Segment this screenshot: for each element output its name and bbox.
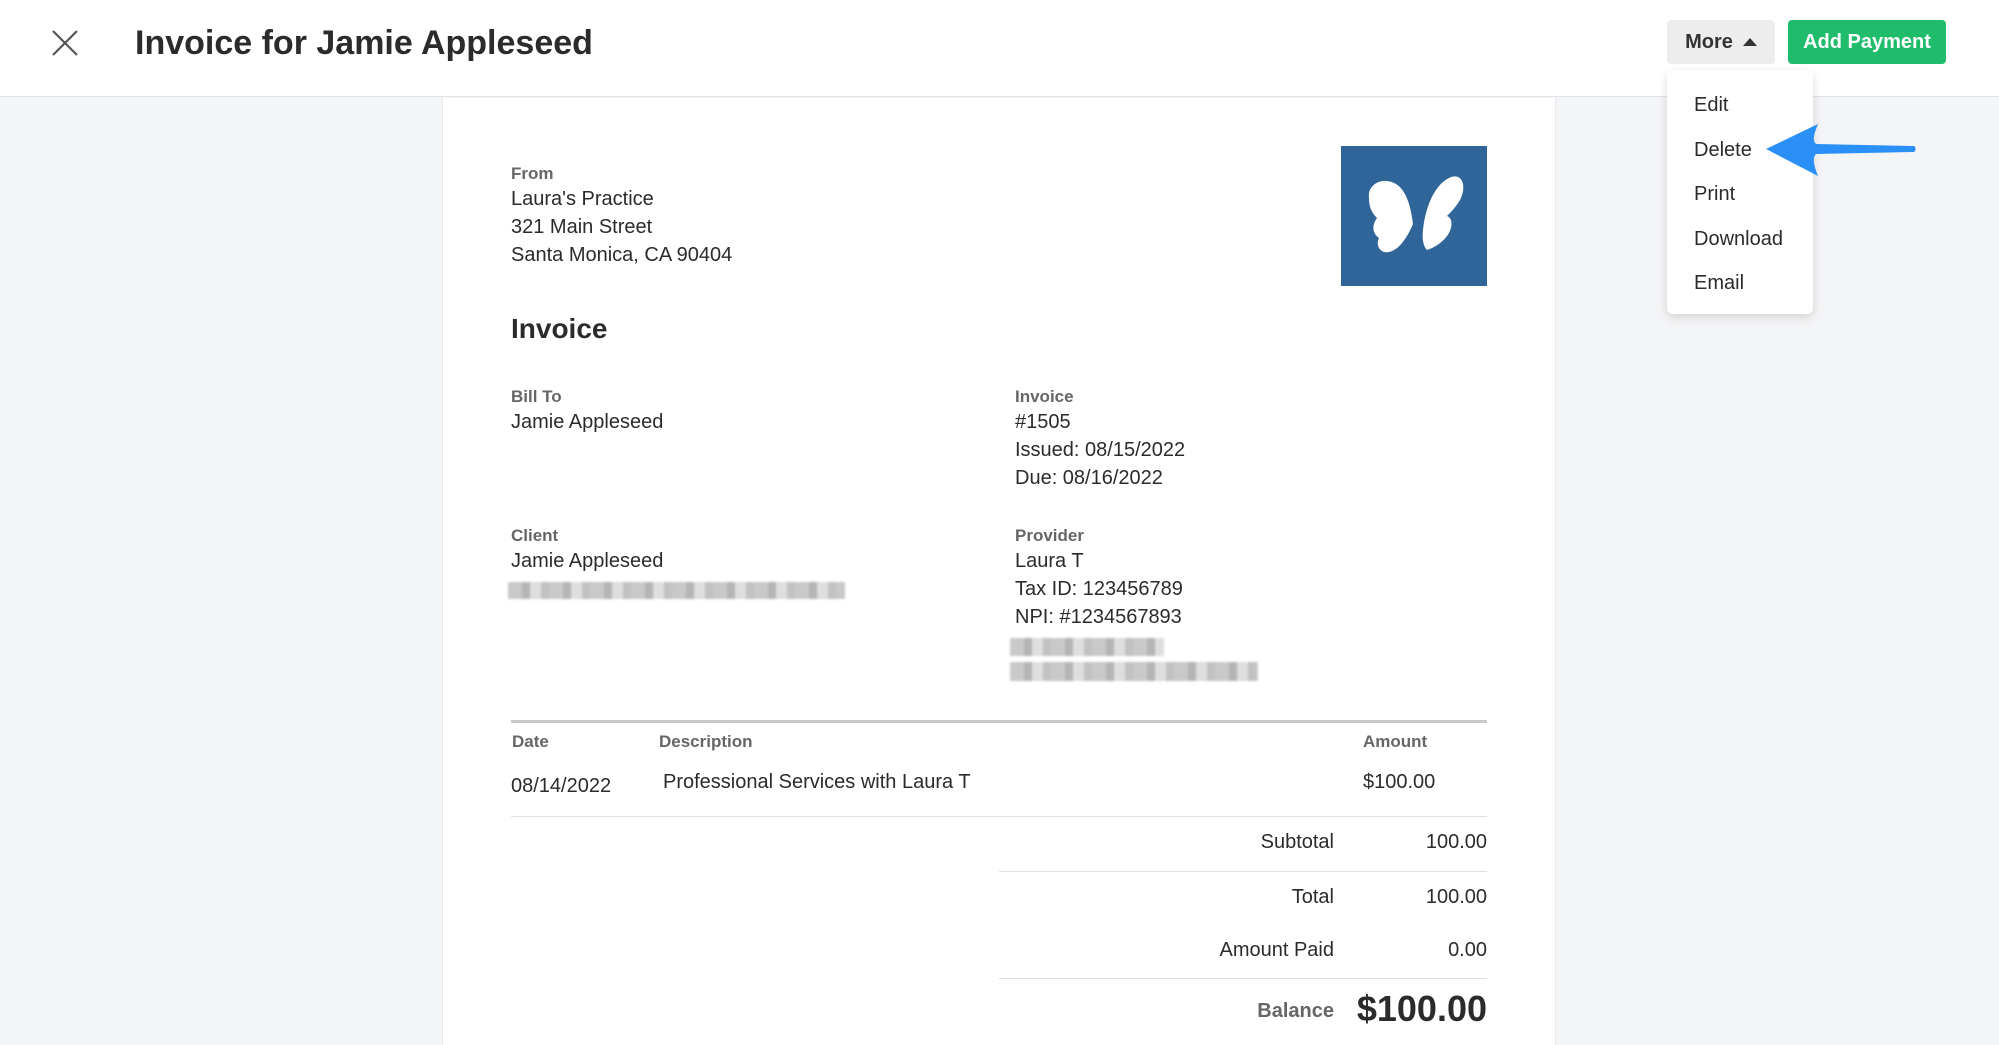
from-street: 321 Main Street xyxy=(511,216,653,238)
bill-to-label: Bill To xyxy=(511,387,562,406)
table-top-rule xyxy=(511,720,1487,723)
invoice-heading: Invoice xyxy=(511,313,608,344)
balance-value: $100.00 xyxy=(1356,988,1487,1029)
subtotal-value: 100.00 xyxy=(1425,831,1487,853)
add-payment-button[interactable]: Add Payment xyxy=(1788,20,1946,64)
table-divider xyxy=(511,816,1487,817)
from-city: Santa Monica, CA 90404 xyxy=(511,244,733,266)
client-label: Client xyxy=(511,526,559,545)
due-date: Due: 08/16/2022 xyxy=(1015,467,1163,489)
invoice-number: #1505 xyxy=(1015,411,1071,433)
client-name: Jamie Appleseed xyxy=(511,550,664,572)
column-header-description: Description xyxy=(659,732,753,751)
row-amount: $100.00 xyxy=(1363,771,1436,793)
butterfly-icon xyxy=(1368,176,1464,253)
provider-tax-id: Tax ID: 123456789 xyxy=(1015,578,1183,600)
total-value: 100.00 xyxy=(1425,886,1487,908)
issued-date: Issued: 08/15/2022 xyxy=(1015,439,1186,461)
provider-npi: NPI: #1234567893 xyxy=(1015,606,1182,628)
redacted-provider-line-2 xyxy=(1010,662,1258,681)
totals-divider-1 xyxy=(999,871,1487,872)
from-name: Laura's Practice xyxy=(511,188,654,210)
page-title: Invoice for Jamie Appleseed xyxy=(135,24,593,62)
invoice-label: Invoice xyxy=(1015,387,1074,406)
column-header-date: Date xyxy=(512,732,549,751)
pointer-arrow-icon xyxy=(1766,124,1916,176)
redacted-client-info xyxy=(508,582,845,599)
subtotal-label: Subtotal xyxy=(1260,831,1334,853)
bill-to-name: Jamie Appleseed xyxy=(511,411,664,433)
amount-paid-label: Amount Paid xyxy=(1219,939,1334,961)
more-menu: Edit Delete Print Download Email xyxy=(1667,70,1813,314)
more-button-label: More xyxy=(1685,30,1733,53)
redacted-provider-line-1 xyxy=(1010,638,1164,656)
total-label: Total xyxy=(1291,886,1334,908)
row-date: 08/14/2022 xyxy=(511,775,612,797)
menu-item-edit[interactable]: Edit xyxy=(1667,83,1813,128)
row-description: Professional Services with Laura T xyxy=(663,771,971,793)
balance-label: Balance xyxy=(1257,1000,1334,1022)
totals-divider-2 xyxy=(999,978,1487,979)
column-header-amount: Amount xyxy=(1363,732,1428,751)
provider-label: Provider xyxy=(1015,526,1084,545)
provider-name: Laura T xyxy=(1015,550,1084,572)
caret-up-icon xyxy=(1742,38,1757,46)
more-button[interactable]: More xyxy=(1667,20,1775,64)
menu-item-print[interactable]: Print xyxy=(1667,172,1813,217)
close-icon[interactable] xyxy=(48,26,82,60)
menu-item-email[interactable]: Email xyxy=(1667,261,1813,306)
menu-item-download[interactable]: Download xyxy=(1667,217,1813,262)
amount-paid-value: 0.00 xyxy=(1448,939,1487,961)
practice-logo xyxy=(1341,146,1487,286)
from-label: From xyxy=(511,164,554,183)
